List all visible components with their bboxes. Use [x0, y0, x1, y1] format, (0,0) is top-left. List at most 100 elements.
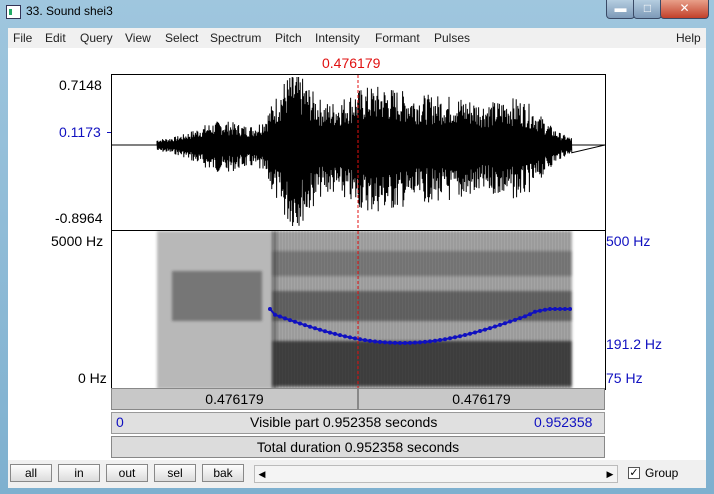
wave-max-label: 0.7148: [59, 77, 102, 93]
visible-part-label: Visible part 0.952358 seconds: [250, 414, 438, 430]
pitch-point: [393, 340, 397, 345]
pitch-point: [403, 340, 407, 345]
pitch-cursor-label: 191.2 Hz: [606, 336, 663, 352]
pitch-point: [423, 339, 427, 344]
scroll-left-arrow-icon[interactable]: ◀: [255, 466, 269, 482]
zoom-out-button[interactable]: out: [106, 464, 148, 482]
pitch-point: [383, 340, 387, 345]
spectrogram-band: [172, 271, 262, 321]
group-checkbox[interactable]: ✓: [628, 467, 640, 479]
pitch-point: [498, 322, 502, 327]
menu-help[interactable]: Help: [676, 31, 701, 45]
title-bar: 33. Sound shei3 ▬ □ ✕: [0, 0, 714, 24]
pitch-point: [508, 319, 512, 324]
pitch-point: [468, 331, 472, 336]
menu-select[interactable]: Select: [165, 31, 198, 45]
visible-part-bar[interactable]: 0 Visible part 0.952358 seconds 0.952358: [111, 412, 605, 434]
waveform-panel[interactable]: [111, 74, 606, 231]
pitch-point: [428, 339, 432, 344]
pitch-point: [273, 312, 277, 317]
spectrogram-plot: [157, 231, 572, 389]
menu-file[interactable]: File: [13, 31, 32, 45]
pitch-point: [268, 307, 272, 311]
praat-sound-window: 33. Sound shei3 ▬ □ ✕ File Edit Query Vi…: [0, 0, 714, 494]
pitch-point: [278, 314, 282, 319]
pitch-point: [503, 321, 507, 326]
total-duration-bar[interactable]: Total duration 0.952358 seconds: [111, 436, 605, 458]
pitch-point: [563, 307, 567, 311]
menu-spectrum[interactable]: Spectrum: [210, 31, 261, 45]
maximize-button[interactable]: □: [633, 0, 662, 19]
spectrogram-panel[interactable]: [111, 230, 606, 390]
pitch-point: [548, 307, 552, 311]
pitch-point: [453, 335, 457, 340]
pitch-point: [348, 335, 352, 340]
horizontal-scrollbar[interactable]: ◀ ▶: [254, 465, 618, 483]
close-button[interactable]: ✕: [660, 0, 709, 19]
menu-pitch[interactable]: Pitch: [275, 31, 302, 45]
zoom-in-button[interactable]: in: [58, 464, 100, 482]
pitch-point: [528, 312, 532, 317]
pitch-point: [543, 307, 547, 312]
pitch-point: [328, 330, 332, 335]
pitch-point: [283, 316, 287, 321]
pitch-point: [448, 336, 452, 341]
pitch-point: [368, 338, 372, 343]
segment-left[interactable]: 0.476179: [111, 388, 358, 410]
menu-query[interactable]: Query: [80, 31, 113, 45]
pitch-point: [378, 339, 382, 344]
pitch-point: [418, 340, 422, 345]
pitch-point: [308, 324, 312, 329]
pitch-point: [323, 329, 327, 334]
visible-start-label: 0: [116, 414, 124, 430]
pitch-point: [513, 317, 517, 322]
wave-min-label: -0.8964: [55, 210, 103, 226]
zoom-sel-button[interactable]: sel: [154, 464, 196, 482]
pitch-point: [343, 334, 347, 339]
pitch-point: [473, 330, 477, 335]
editor-area: 0.476179 0.7148 0.1173 -0.8964 5000 Hz 0…: [8, 48, 706, 460]
pitch-point: [478, 329, 482, 334]
pitch-point: [523, 314, 527, 319]
pitch-point: [333, 331, 337, 336]
pitch-point: [483, 327, 487, 332]
menu-formant[interactable]: Formant: [375, 31, 420, 45]
scroll-right-arrow-icon[interactable]: ▶: [603, 466, 617, 482]
pitch-point: [318, 327, 322, 332]
menu-view[interactable]: View: [125, 31, 151, 45]
visible-end-label: 0.952358: [534, 414, 593, 430]
menu-pulses[interactable]: Pulses: [434, 31, 470, 45]
segment-right[interactable]: 0.476179: [358, 388, 605, 410]
bottom-toolbar: all in out sel bak ◀ ▶ ✓ Group: [8, 460, 706, 488]
pitch-max-label: 500 Hz: [606, 233, 651, 249]
pitch-point: [298, 321, 302, 326]
pitch-point: [493, 324, 497, 329]
pitch-point: [303, 323, 307, 328]
pitch-point: [568, 307, 572, 311]
pitch-point: [293, 319, 297, 324]
pitch-point: [408, 340, 412, 345]
waveform-plot: [112, 75, 605, 231]
pitch-point: [338, 333, 342, 338]
minimize-button[interactable]: ▬: [606, 0, 635, 19]
group-label: Group: [645, 466, 679, 480]
pitch-point: [313, 326, 317, 331]
pitch-point: [458, 334, 462, 339]
wave-cursor-tick: [107, 132, 111, 133]
pitch-point: [413, 340, 417, 345]
menu-intensity[interactable]: Intensity: [315, 31, 360, 45]
menu-edit[interactable]: Edit: [45, 31, 66, 45]
pitch-point: [388, 340, 392, 345]
pitch-point: [353, 336, 357, 341]
spec-min-freq-label: 0 Hz: [78, 370, 107, 386]
zoom-all-button[interactable]: all: [10, 464, 52, 482]
pitch-point: [533, 309, 537, 314]
pitch-point: [438, 338, 442, 343]
pitch-point: [363, 338, 367, 343]
wave-cursor-value-label: 0.1173: [59, 124, 101, 140]
pitch-point: [558, 307, 562, 311]
pitch-point: [433, 338, 437, 343]
zoom-back-button[interactable]: bak: [202, 464, 244, 482]
pitch-point: [488, 326, 492, 331]
pitch-min-label: 75 Hz: [606, 370, 643, 386]
